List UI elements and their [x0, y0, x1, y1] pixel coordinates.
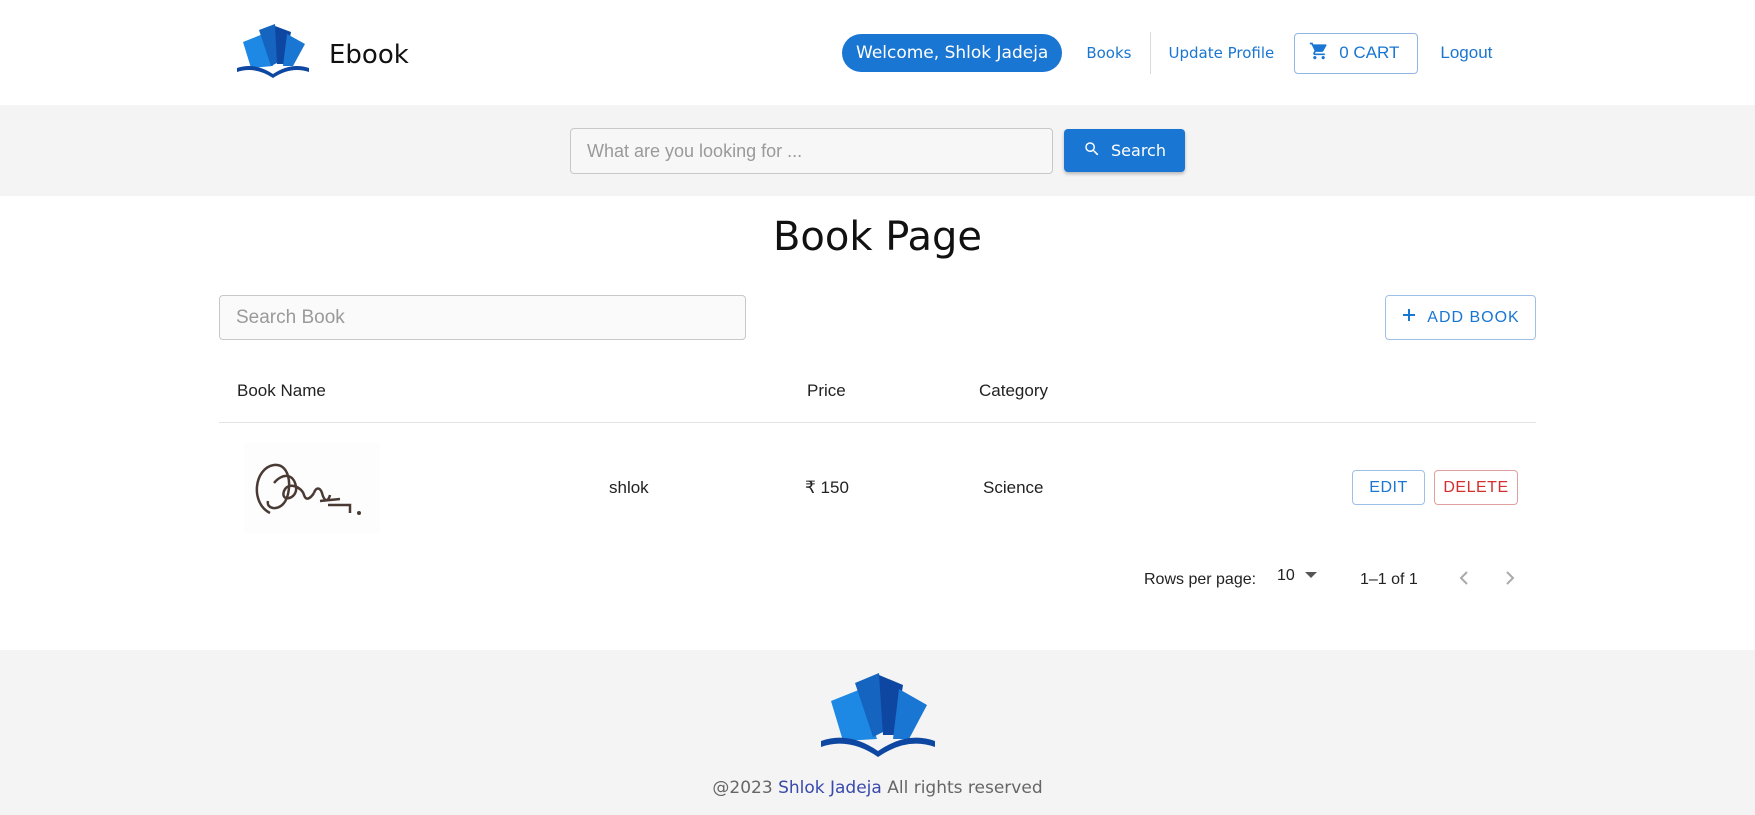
brand[interactable]: Ebook [235, 24, 409, 85]
chevron-down-icon [1295, 567, 1317, 585]
book-logo-icon [819, 673, 937, 764]
book-logo-icon [235, 24, 311, 85]
copyright-suffix: All rights reserved [887, 778, 1043, 798]
logout-link[interactable]: Logout [1440, 43, 1492, 63]
author-link[interactable]: Shlok Jadeja [778, 778, 882, 798]
brand-name: Ebook [329, 39, 409, 70]
edit-button[interactable]: EDIT [1352, 470, 1425, 505]
chevron-right-icon [1505, 570, 1515, 591]
previous-page-button[interactable] [1451, 567, 1477, 593]
add-book-button[interactable]: ADD BOOK [1385, 295, 1536, 340]
column-header-price: Price [807, 381, 846, 400]
cart-icon [1309, 41, 1339, 66]
rows-per-page-label: Rows per page: [1144, 571, 1257, 588]
search-button-label: Search [1111, 141, 1166, 160]
book-search-input[interactable] [219, 295, 746, 340]
column-header-book-name: Book Name [237, 381, 326, 400]
search-input[interactable] [570, 128, 1053, 174]
footer-copyright: @2023 Shlok Jadeja All rights reserved [0, 778, 1755, 798]
chevron-left-icon [1459, 570, 1469, 591]
copyright-year: @2023 [712, 778, 773, 798]
delete-button[interactable]: DELETE [1434, 470, 1518, 505]
header: Ebook Welcome, Shlok Jadeja Books Update… [0, 0, 1755, 105]
column-header-category: Category [979, 381, 1048, 400]
next-page-button[interactable] [1497, 567, 1523, 593]
nav-divider [1149, 32, 1151, 74]
search-button[interactable]: Search [1064, 129, 1185, 172]
search-icon [1083, 140, 1111, 162]
book-name-cell: shlok [609, 478, 649, 497]
search-bar: Search [0, 105, 1755, 196]
table-divider [219, 422, 1536, 423]
pagination-range: 1–1 of 1 [1360, 571, 1418, 588]
top-nav: Welcome, Shlok Jadeja Books Update Profi… [842, 32, 1492, 74]
rows-per-page-value: 10 [1277, 567, 1295, 584]
rows-per-page-select[interactable]: 10 [1277, 567, 1317, 585]
nav-books-link[interactable]: Books [1086, 44, 1131, 62]
cart-label: 0 CART [1339, 43, 1400, 62]
book-cover-image [244, 443, 380, 533]
cart-button[interactable]: 0 CART [1294, 32, 1419, 74]
footer: @2023 Shlok Jadeja All rights reserved [0, 650, 1755, 815]
nav-update-profile-link[interactable]: Update Profile [1169, 44, 1275, 62]
welcome-badge: Welcome, Shlok Jadeja [842, 34, 1063, 72]
book-price-cell: ₹ 150 [805, 478, 849, 497]
book-category-cell: Science [983, 478, 1044, 497]
add-book-label: ADD BOOK [1427, 308, 1520, 326]
page-title: Book Page [772, 214, 983, 260]
plus-icon [1401, 307, 1427, 328]
